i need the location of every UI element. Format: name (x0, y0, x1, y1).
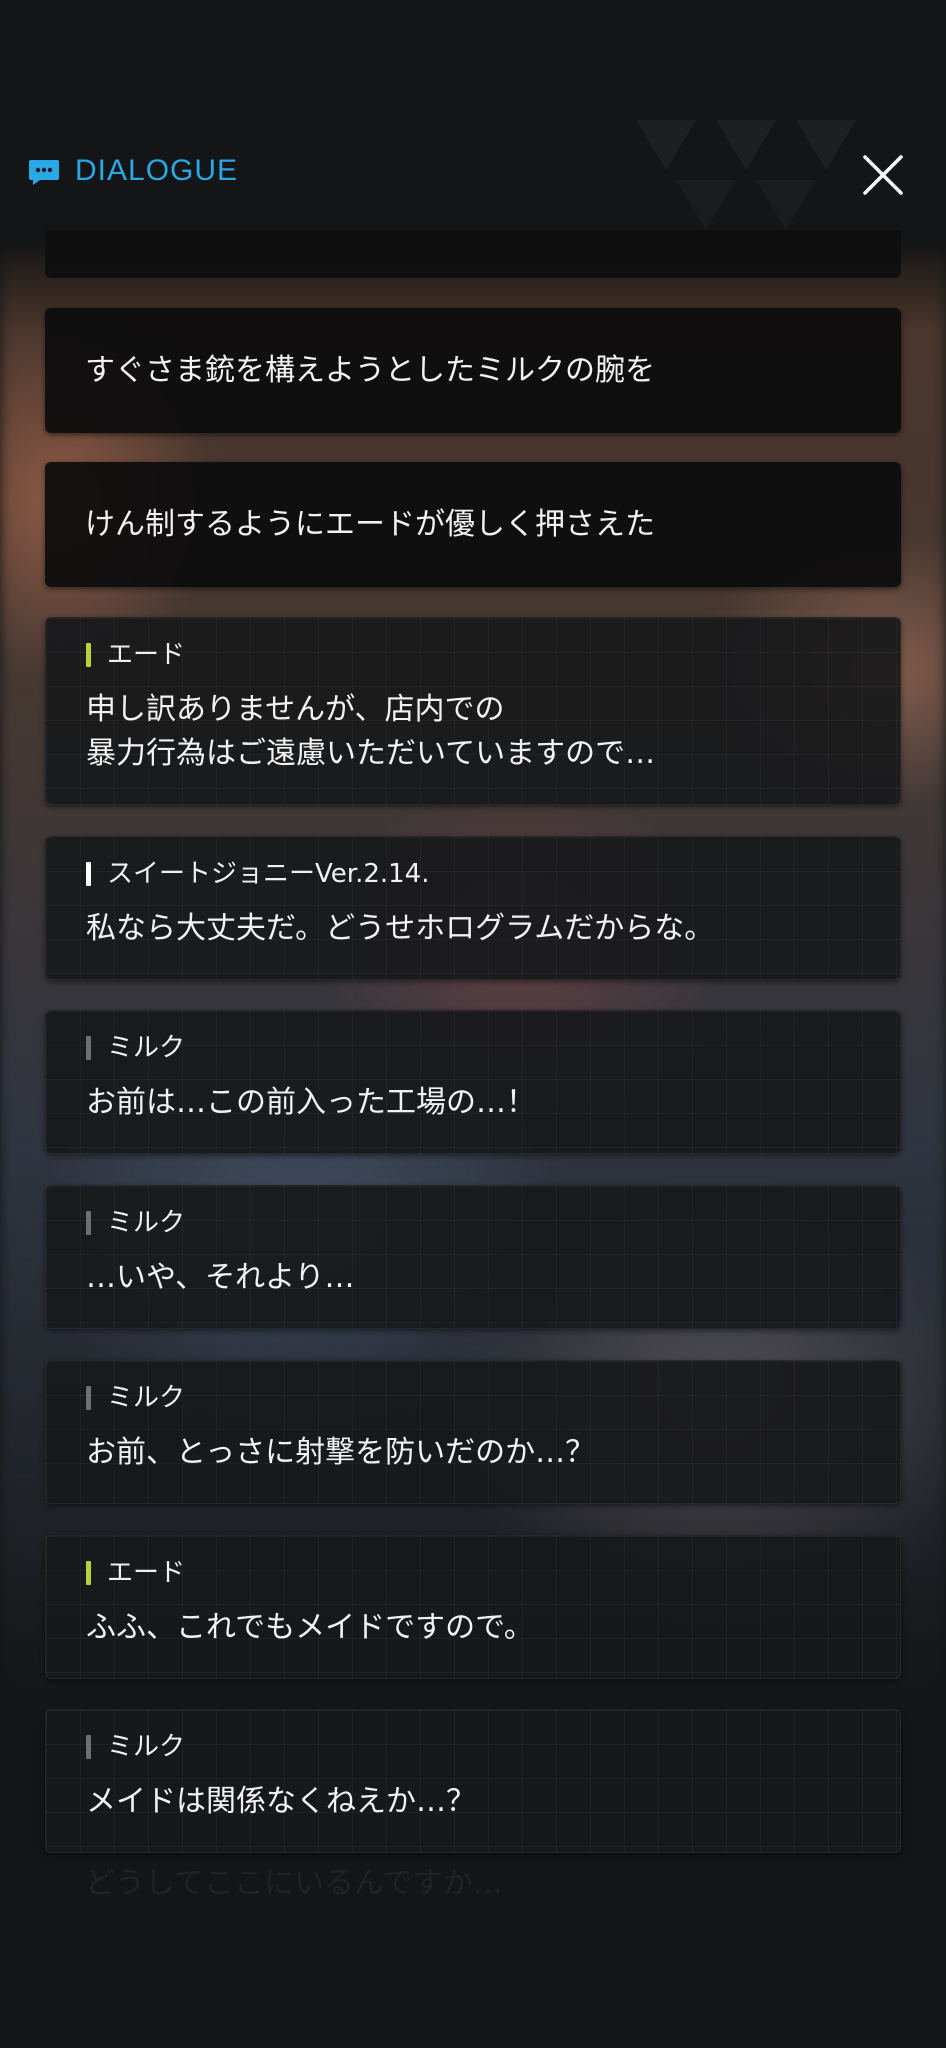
speaker-tag: ミルク (86, 1383, 185, 1413)
chat-bubble-icon (29, 160, 59, 185)
dialogue-text: …いや、それより… (86, 1260, 355, 1295)
close-button[interactable] (858, 150, 908, 200)
speaker-color-bar (86, 643, 91, 667)
speaker-name: ミルク (107, 1732, 186, 1762)
speaker-name: エード (107, 640, 186, 670)
log-entry-speech: ミルク メイドは関係なくねえか…？ (45, 1709, 901, 1853)
dialogue-log-screen: DIALOGUE すぐさま銃を構えようとしたミルクの腕を けん制するようにエード… (0, 0, 946, 2048)
speaker-tag: スイートジョニーVer.2.14. (86, 859, 430, 889)
narration-text: けん制するようにエードが優しく押さえた (85, 506, 655, 542)
log-entry-speech: ミルク お前は…この前入った工場の…！ (45, 1010, 901, 1154)
speaker-tag: ミルク (86, 1033, 185, 1063)
dialogue-line: 申し訳ありませんが、店内での (86, 692, 505, 727)
narration-text: すぐさま銃を構えようとしたミルクの腕を (85, 352, 655, 388)
log-entry-speech: エード 申し訳ありませんが、店内での 暴力行為はご遠慮いただいていますので… (45, 617, 901, 805)
log-entry-speech: スイートジョニーVer.2.14. 私なら大丈夫だ。どうせホログラムだからな。 (45, 836, 901, 980)
speaker-color-bar (86, 1561, 91, 1585)
log-entry-narration: すぐさま銃を構えようとしたミルクの腕を (45, 308, 901, 433)
speaker-tag: ミルク (86, 1732, 185, 1762)
log-entry-narration: けん制するようにエードが優しく押さえた (45, 462, 901, 587)
dialogue-text: メイドは関係なくねえか…？ (86, 1784, 476, 1819)
dialogue-text: 申し訳ありませんが、店内での 暴力行為はご遠慮いただいていますので… (86, 688, 655, 776)
dialogue-header: DIALOGUE (0, 140, 946, 210)
log-entry-speech: ミルク お前、とっさに射撃を防いだのか…？ (45, 1360, 901, 1504)
previous-entry-partial (45, 230, 901, 278)
log-entry-speech: ミルク …いや、それより… (45, 1185, 901, 1329)
speaker-name: ミルク (107, 1033, 186, 1063)
close-icon (863, 155, 903, 195)
speaker-tag: エード (86, 1558, 185, 1588)
speaker-color-bar (86, 1211, 91, 1235)
speaker-name: エード (107, 1558, 186, 1588)
log-entry-speech: エード ふふ、これでもメイドですので。 (45, 1535, 901, 1679)
faded-next-line: どうしてここにいるんですか… (85, 1866, 503, 1901)
speaker-color-bar (86, 862, 91, 886)
dialogue-line: 暴力行為はご遠慮いただいていますので… (86, 736, 656, 771)
speaker-color-bar (86, 1036, 91, 1060)
speaker-color-bar (86, 1735, 91, 1759)
page-title: DIALOGUE (75, 154, 239, 187)
speaker-name: ミルク (107, 1208, 186, 1238)
speaker-name: スイートジョニーVer.2.14. (107, 859, 430, 889)
dialogue-text: ふふ、これでもメイドですので。 (86, 1610, 534, 1645)
dialogue-text: お前、とっさに射撃を防いだのか…？ (86, 1435, 596, 1470)
dialogue-text: 私なら大丈夫だ。どうせホログラムだからな。 (86, 911, 715, 946)
speaker-name: ミルク (107, 1383, 186, 1413)
speaker-color-bar (86, 1386, 91, 1410)
speaker-tag: ミルク (86, 1208, 185, 1238)
speaker-tag: エード (86, 640, 185, 670)
dialogue-text: お前は…この前入った工場の…！ (86, 1085, 536, 1120)
